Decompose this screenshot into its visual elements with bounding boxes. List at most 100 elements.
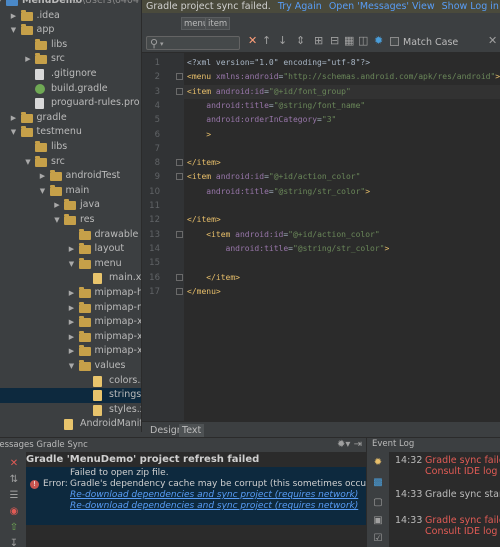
project-tree[interactable]: ▼MenuDemoC:\Users\6404▶.idea▼applibs▶src… <box>0 0 142 432</box>
clear-icon[interactable]: ☑ <box>372 533 384 545</box>
mark-read-icon[interactable]: ▢ <box>372 497 384 509</box>
expand-arrow-icon[interactable]: ▶ <box>9 9 19 24</box>
tree-item-res[interactable]: ▼ res <box>0 213 141 228</box>
checkbox-box[interactable] <box>390 37 399 46</box>
tree-item-testmenu[interactable]: ▼ testmenu <box>0 125 141 140</box>
event-text[interactable]: Gradle sync failed: <box>425 455 500 466</box>
redownload-link[interactable]: Re-download dependencies and sync projec… <box>70 500 358 512</box>
code-line[interactable]: <menu xmlns:android="http://schemas.andr… <box>184 70 500 84</box>
close-messages-icon[interactable]: ✕ <box>8 458 20 470</box>
tree-item-strings-x[interactable]: strings.x <box>0 388 141 403</box>
code-editor[interactable]: <?xml version="1.0" encoding="utf-8"?> <m… <box>184 53 500 421</box>
fold-marker-icon[interactable] <box>176 273 183 281</box>
next-occurrence-icon[interactable]: ↓ <box>278 34 287 48</box>
expand-arrow-icon[interactable]: ▶ <box>67 330 77 345</box>
search-icon[interactable]: ⚲ <box>150 37 158 51</box>
stop-icon[interactable]: ◉ <box>8 506 20 518</box>
tree-item-mipmap-xxx[interactable]: ▶ mipmap-xxx <box>0 344 141 359</box>
select-all-occurrences-icon[interactable]: ▦ <box>344 34 354 48</box>
open-messages-link[interactable]: Open 'Messages' View <box>329 1 435 12</box>
tree-item-androidmanife[interactable]: AndroidManife <box>0 417 141 432</box>
tree-item-layout[interactable]: ▶ layout <box>0 242 141 257</box>
collapse-arrow-icon[interactable]: ▼ <box>38 184 48 199</box>
collapse-arrow-icon[interactable]: ▼ <box>67 257 77 272</box>
layout-icon[interactable]: ▣ <box>372 515 384 527</box>
tree-item-menudemo[interactable]: ▼MenuDemoC:\Users\6404 <box>0 0 141 9</box>
event-log-entry[interactable]: 14:33Gradle sync starte <box>395 489 500 500</box>
tree-item--gitignore[interactable]: .gitignore <box>0 67 141 82</box>
balloon-icon[interactable]: ▩ <box>372 477 384 489</box>
search-history-icon[interactable]: ▾ <box>160 37 164 51</box>
show-log-link[interactable]: Show Log in Explorer <box>442 1 500 12</box>
filter-icon[interactable]: ◫ <box>358 34 368 48</box>
event-log-entry[interactable]: 14:32Gradle sync failed: <box>395 455 500 466</box>
collapse-arrow-icon[interactable]: ▼ <box>9 125 19 140</box>
messages-list[interactable]: Gradle 'MenuDemo' project refresh failed… <box>26 452 416 547</box>
breadcrumb-item[interactable]: item <box>205 17 231 30</box>
expand-arrow-icon[interactable]: ▶ <box>9 111 19 126</box>
code-line[interactable]: <item android:id="@+id/font_group" <box>184 84 500 99</box>
event-detail[interactable]: Consult IDE log fo <box>425 466 500 477</box>
fold-marker-icon[interactable] <box>176 87 183 95</box>
add-occurrence-icon[interactable]: ⊞ <box>314 34 323 48</box>
code-line[interactable] <box>184 199 500 213</box>
try-again-link[interactable]: Try Again <box>278 1 322 12</box>
event-log-list[interactable]: 14:32Gradle sync failed:Consult IDE log … <box>389 452 500 547</box>
fold-marker-icon[interactable] <box>176 173 183 181</box>
code-line[interactable]: android:title="@string/str_color"> <box>184 242 500 256</box>
code-line[interactable]: </item> <box>184 213 500 227</box>
tree-item-src[interactable]: ▶ src <box>0 52 141 67</box>
previous-occurrence-icon[interactable]: ↑ <box>262 34 271 48</box>
tree-item-androidtest[interactable]: ▶ androidTest <box>0 169 141 184</box>
code-line[interactable]: android:orderInCategory="3" <box>184 113 500 127</box>
tree-item-src[interactable]: ▼ src <box>0 155 141 170</box>
collapse-arrow-icon[interactable]: ▼ <box>23 155 33 170</box>
rerun-icon[interactable]: ⇅ <box>8 474 20 486</box>
tree-item-mipmap-xhd[interactable]: ▶ mipmap-xhd <box>0 315 141 330</box>
close-find-icon[interactable]: ✕ <box>488 34 497 48</box>
tree-item--idea[interactable]: ▶ .idea <box>0 9 141 24</box>
code-line[interactable]: <item android:id="@+id/action_color" <box>184 170 500 184</box>
collapse-arrow-icon[interactable]: ▼ <box>67 359 77 374</box>
code-line[interactable]: </menu> <box>184 285 500 299</box>
expand-arrow-icon[interactable]: ▶ <box>23 52 33 67</box>
expand-arrow-icon[interactable]: ▶ <box>67 344 77 359</box>
find-all-icon[interactable]: ⇕ <box>296 34 305 48</box>
tree-item-gradle[interactable]: ▶ gradle <box>0 111 141 126</box>
match-case-checkbox[interactable]: Match Case <box>390 36 458 50</box>
event-detail[interactable]: Consult IDE log fo <box>425 526 500 537</box>
collapse-arrow-icon[interactable]: ▼ <box>0 0 4 9</box>
expand-arrow-icon[interactable]: ▶ <box>67 301 77 316</box>
tree-item-main-xm[interactable]: main.xm <box>0 271 141 286</box>
tree-item-colors-xm[interactable]: colors.xm <box>0 374 141 389</box>
code-line[interactable]: > <box>184 128 500 142</box>
scroll-to-end-icon[interactable]: ↧ <box>8 538 20 547</box>
code-line[interactable]: <item android:id="@+id/action_color" <box>184 228 500 242</box>
tab-text[interactable]: Text <box>179 424 205 437</box>
messages-settings-icon[interactable]: ✹▾ ⇥ <box>337 438 362 452</box>
expand-arrow-icon[interactable]: ▶ <box>67 315 77 330</box>
fold-marker-icon[interactable] <box>176 73 183 81</box>
settings-icon[interactable]: ✹ <box>372 457 384 469</box>
tree-item-libs[interactable]: libs <box>0 38 141 53</box>
settings-icon[interactable]: ✹ <box>374 34 383 48</box>
collapse-arrow-icon[interactable]: ▼ <box>9 23 19 38</box>
tree-item-mipmap-xxh[interactable]: ▶ mipmap-xxh <box>0 330 141 345</box>
tree-item-mipmap-hd[interactable]: ▶ mipmap-hd <box>0 286 141 301</box>
tree-item-menu[interactable]: ▼ menu <box>0 257 141 272</box>
event-log-entry[interactable]: 14:33Gradle sync failed: <box>395 515 500 526</box>
tree-item-build-gradle[interactable]: build.gradle <box>0 82 141 97</box>
tree-item-main[interactable]: ▼ main <box>0 184 141 199</box>
fold-marker-icon[interactable] <box>176 159 183 167</box>
tree-item-drawable[interactable]: drawable <box>0 228 141 243</box>
export-icon[interactable]: ⇧ <box>8 522 20 534</box>
tree-item-app[interactable]: ▼ app <box>0 23 141 38</box>
expand-arrow-icon[interactable]: ▶ <box>38 169 48 184</box>
expand-arrow-icon[interactable]: ▶ <box>67 242 77 257</box>
code-line[interactable]: </item> <box>184 271 500 285</box>
tree-item-proguard-rules-pro[interactable]: proguard-rules.pro <box>0 96 141 111</box>
code-line[interactable]: </item> <box>184 156 500 170</box>
clear-search-icon[interactable]: ✕ <box>248 34 257 48</box>
code-line[interactable] <box>184 142 500 156</box>
expand-all-icon[interactable]: ☰ <box>8 490 20 502</box>
